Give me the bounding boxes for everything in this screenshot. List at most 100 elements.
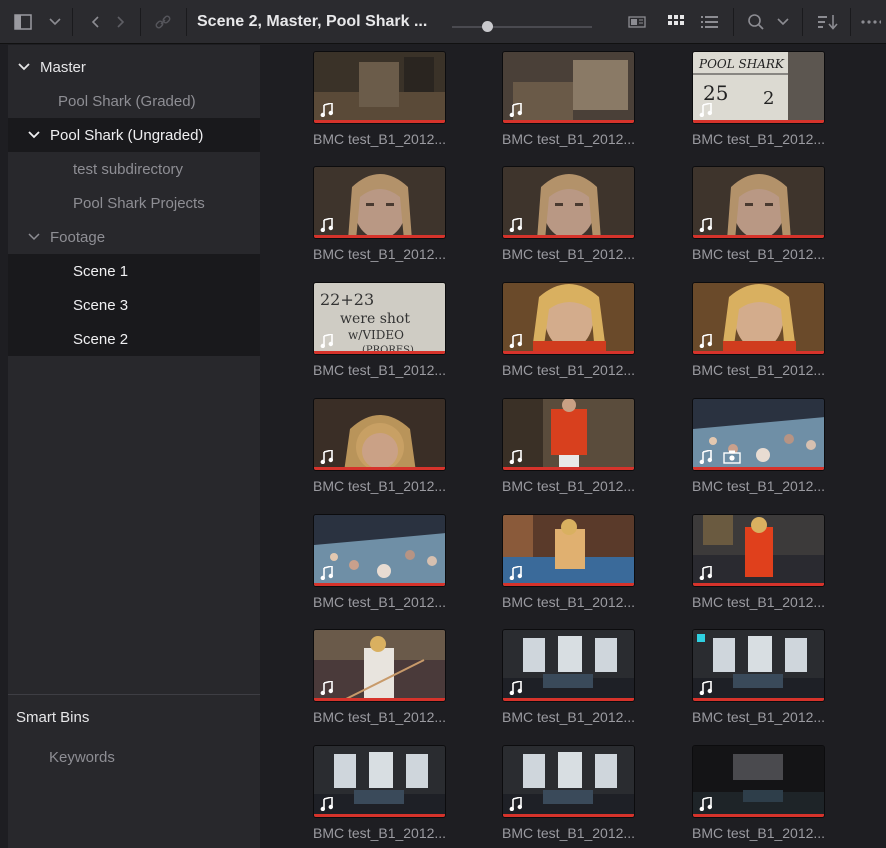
clip-thumbnail[interactable]: [502, 51, 635, 124]
svg-text:2: 2: [763, 88, 774, 109]
audio-note-icon: [320, 103, 333, 117]
audio-note-icon: [320, 218, 333, 232]
link-icon[interactable]: [150, 0, 176, 44]
clip-name: BMC test_B1_2012...: [502, 478, 636, 494]
svg-text:25: 25: [703, 81, 728, 105]
clip-thumbnail[interactable]: POOL SHARK 25 2: [692, 51, 825, 124]
bin-label: Footage: [50, 228, 106, 246]
bin-scene-1[interactable]: Scene 1: [8, 254, 260, 288]
chevron-down-icon[interactable]: [28, 231, 40, 243]
clip-name: BMC test_B1_2012...: [502, 825, 636, 841]
clip-name: BMC test_B1_2012...: [502, 594, 636, 610]
audio-note-icon: [320, 566, 333, 580]
audio-note-icon: [509, 103, 522, 117]
clip-thumbnail[interactable]: [502, 166, 635, 239]
clip-thumbnail[interactable]: [313, 166, 446, 239]
clip-color-bar: [503, 583, 634, 586]
clip-thumbnail[interactable]: [502, 282, 635, 355]
smart-bins-label: Smart Bins: [16, 708, 90, 726]
bin-scene-3[interactable]: Scene 3: [8, 288, 260, 322]
clip-color-bar: [314, 235, 445, 238]
clip-color-bar: [693, 120, 824, 123]
clip-thumbnail[interactable]: 22+23 were shot w/VIDEO (PRORES): [313, 282, 446, 355]
bin-test-subdirectory[interactable]: test subdirectory: [8, 152, 260, 186]
bin-pool-shark-projects[interactable]: Pool Shark Projects: [8, 186, 260, 220]
clip-thumbnail[interactable]: [692, 166, 825, 239]
thumbnail-view-icon[interactable]: [664, 0, 690, 44]
audio-note-icon: [699, 103, 712, 117]
chevron-down-icon[interactable]: [28, 129, 40, 141]
clip-name: BMC test_B1_2012...: [692, 478, 826, 494]
clip-thumbnail[interactable]: [502, 745, 635, 818]
svg-text:POOL SHARK: POOL SHARK: [698, 57, 785, 71]
audio-note-icon: [509, 334, 522, 348]
keywords-label: Keywords: [49, 748, 115, 766]
clip-thumbnail[interactable]: [692, 514, 825, 587]
more-options-icon[interactable]: [856, 0, 886, 44]
audio-note-icon: [320, 797, 333, 811]
clip-thumbnail[interactable]: [502, 514, 635, 587]
clip-thumbnail[interactable]: [692, 282, 825, 355]
audio-note-icon: [509, 218, 522, 232]
forward-icon[interactable]: [110, 0, 132, 44]
clip-thumbnail[interactable]: [692, 398, 825, 471]
list-view-icon[interactable]: [697, 0, 723, 44]
clip-thumbnail[interactable]: [313, 514, 446, 587]
zoom-slider-knob[interactable]: [482, 21, 493, 32]
clip-color-bar: [314, 467, 445, 470]
sidebar-divider: [8, 694, 260, 695]
clip-thumbnail[interactable]: [692, 745, 825, 818]
clip-color-bar: [693, 583, 824, 586]
clip-name: BMC test_B1_2012...: [502, 246, 636, 262]
smart-bins-header[interactable]: Smart Bins: [8, 700, 260, 734]
clip-name: BMC test_B1_2012...: [692, 246, 826, 262]
clip-thumbnail[interactable]: [502, 398, 635, 471]
sort-icon[interactable]: [814, 0, 842, 44]
clip-color-bar: [693, 235, 824, 238]
clip-color-bar: [314, 583, 445, 586]
bin-label: Pool Shark Projects: [73, 194, 205, 212]
bin-scene-2[interactable]: Scene 2: [8, 322, 260, 356]
clip-color-bar: [503, 351, 634, 354]
clip-name: BMC test_B1_2012...: [502, 709, 636, 725]
clip-name: BMC test_B1_2012...: [313, 362, 447, 378]
clip-thumbnail[interactable]: [313, 629, 446, 702]
bin-pool-shark-ungraded[interactable]: Pool Shark (Ungraded): [8, 118, 260, 152]
bin-sidebar: Master Pool Shark (Graded) Pool Shark (U…: [8, 45, 260, 848]
clip-thumbnail[interactable]: [313, 745, 446, 818]
clip-color-bar: [503, 120, 634, 123]
chevron-down-icon[interactable]: [18, 61, 30, 73]
clip-name: BMC test_B1_2012...: [502, 362, 636, 378]
audio-note-icon: [509, 566, 522, 580]
clip-name: BMC test_B1_2012...: [502, 131, 636, 147]
svg-text:w/VIDEO: w/VIDEO: [348, 328, 404, 342]
clip-color-bar: [503, 814, 634, 817]
bin-pool-shark-graded[interactable]: Pool Shark (Graded): [8, 84, 260, 118]
back-icon[interactable]: [84, 0, 106, 44]
bin-label: Pool Shark (Graded): [58, 92, 196, 110]
search-options-chevron-icon[interactable]: [773, 0, 793, 44]
metadata-view-icon[interactable]: [624, 0, 650, 44]
clip-name: BMC test_B1_2012...: [313, 246, 447, 262]
bin-label: Scene 3: [73, 296, 129, 314]
clip-name: BMC test_B1_2012...: [313, 594, 447, 610]
chevron-down-icon[interactable]: [44, 0, 66, 44]
bin-master[interactable]: Master: [8, 50, 260, 84]
smart-bin-keywords[interactable]: Keywords: [8, 740, 260, 774]
audio-note-icon: [699, 797, 712, 811]
clip-thumbnail[interactable]: [313, 51, 446, 124]
audio-note-icon: [320, 334, 333, 348]
clip-thumbnail[interactable]: [313, 398, 446, 471]
zoom-slider-track[interactable]: [452, 26, 592, 28]
clip-name: BMC test_B1_2012...: [692, 709, 826, 725]
search-icon[interactable]: [743, 0, 769, 44]
sidebar-toggle-icon[interactable]: [8, 0, 38, 44]
audio-note-icon: [509, 681, 522, 695]
window-title: Scene 2, Master, Pool Shark ...: [197, 13, 428, 30]
camera-icon: [723, 450, 741, 464]
clip-thumbnail[interactable]: [692, 629, 825, 702]
bin-footage[interactable]: Footage: [8, 220, 260, 254]
clip-color-bar: [503, 698, 634, 701]
bin-label: Pool Shark (Ungraded): [50, 126, 204, 144]
clip-thumbnail[interactable]: [502, 629, 635, 702]
